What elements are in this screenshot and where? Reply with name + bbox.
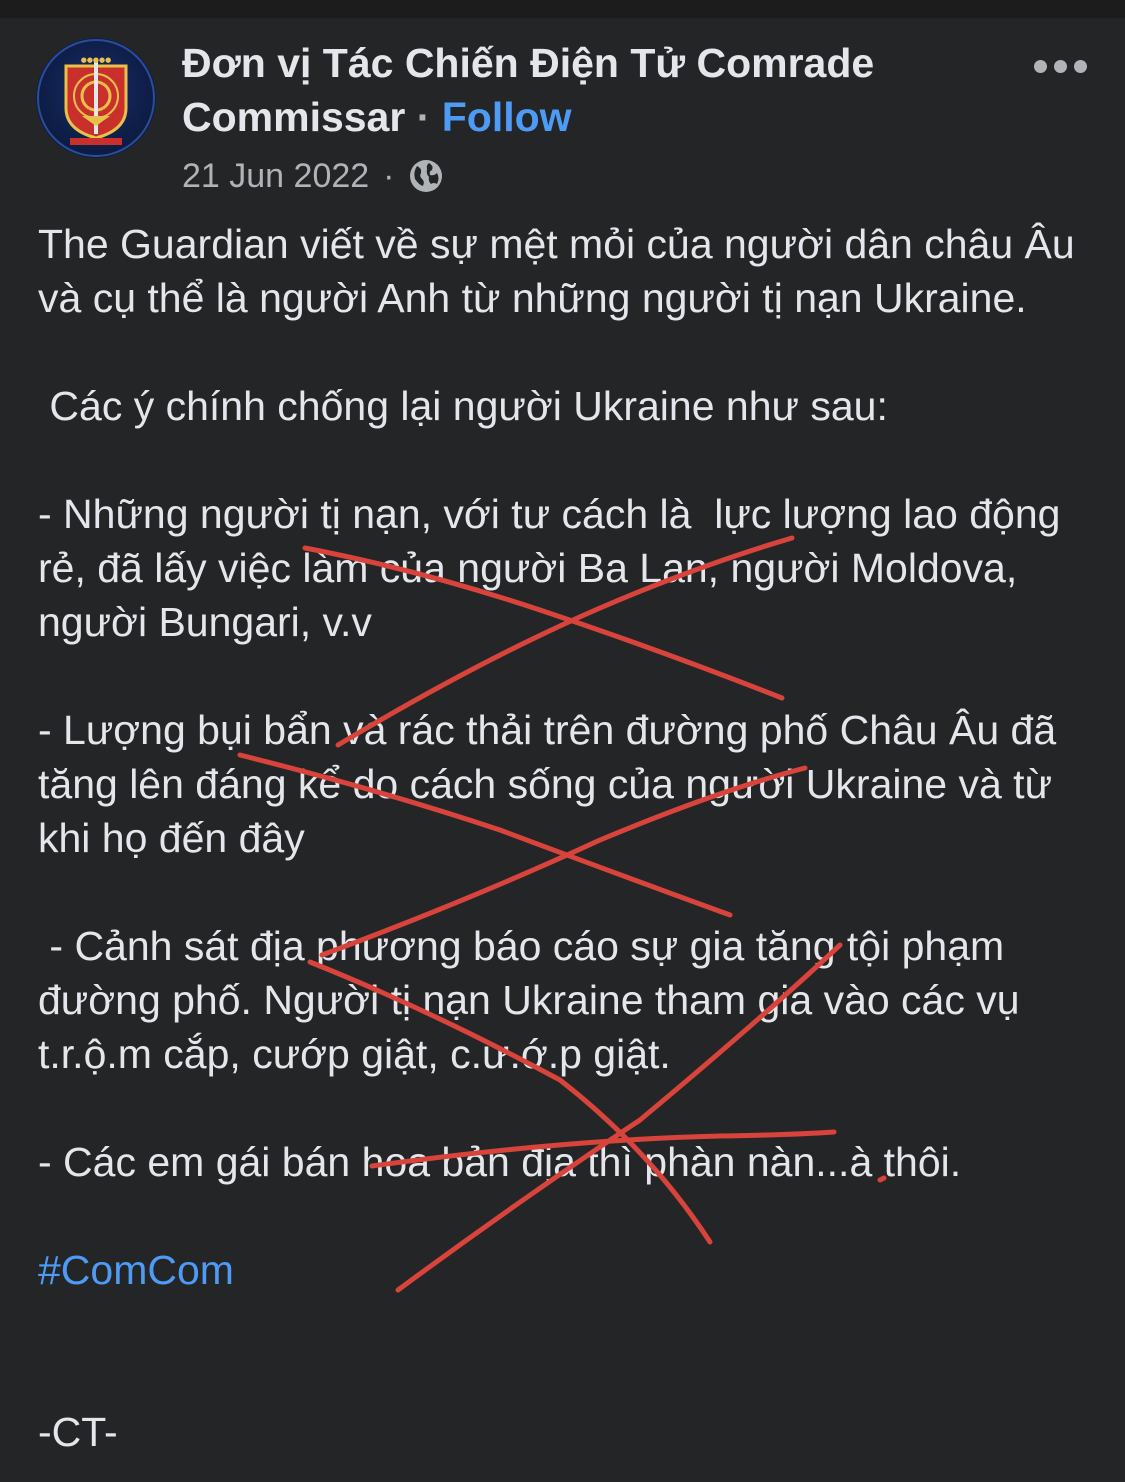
post-header: Đơn vị Tác Chiến Điện Tử Comrade Commissa… (182, 36, 982, 144)
svg-text:●●●●●: ●●●●● (81, 56, 112, 64)
post-paragraph: The Guardian viết về sự mệt mỏi của ngườ… (38, 221, 1087, 321)
post-date[interactable]: 21 Jun 2022 (182, 157, 369, 196)
page-logo-icon: ●●●●● (37, 39, 155, 157)
post-meta: 21 Jun 2022 · (182, 154, 445, 198)
globe-icon (407, 157, 445, 195)
post-paragraph: Các ý chính chống lại người Ukraine như … (38, 383, 888, 429)
post-paragraph: - Cảnh sát địa phương báo cáo sự gia tăn… (38, 923, 1031, 1077)
post-paragraph: - Lượng bụi bẩn và rác thải trên đường p… (38, 707, 1068, 861)
top-edge (0, 0, 1125, 18)
signature: -CT- (38, 1409, 118, 1455)
post-paragraph: - Những người tị nạn, với tư cách là lực… (38, 491, 1072, 645)
post-paragraph: - Các em gái bán hoa bản địa thì phàn nà… (38, 1139, 962, 1185)
header-separator: · (405, 94, 442, 140)
follow-link[interactable]: Follow (442, 94, 572, 140)
hashtag-link[interactable]: #ComCom (38, 1243, 1098, 1297)
post-body: The Guardian viết về sự mệt mỏi của ngườ… (38, 217, 1098, 1459)
post-screen: ●●●●● Đơn vị Tác Chiến Điện Tử Comrade Co… (0, 0, 1125, 1482)
page-avatar[interactable]: ●●●●● (36, 38, 156, 158)
meta-separator: · (383, 156, 395, 195)
more-options-icon[interactable] (1030, 56, 1090, 78)
